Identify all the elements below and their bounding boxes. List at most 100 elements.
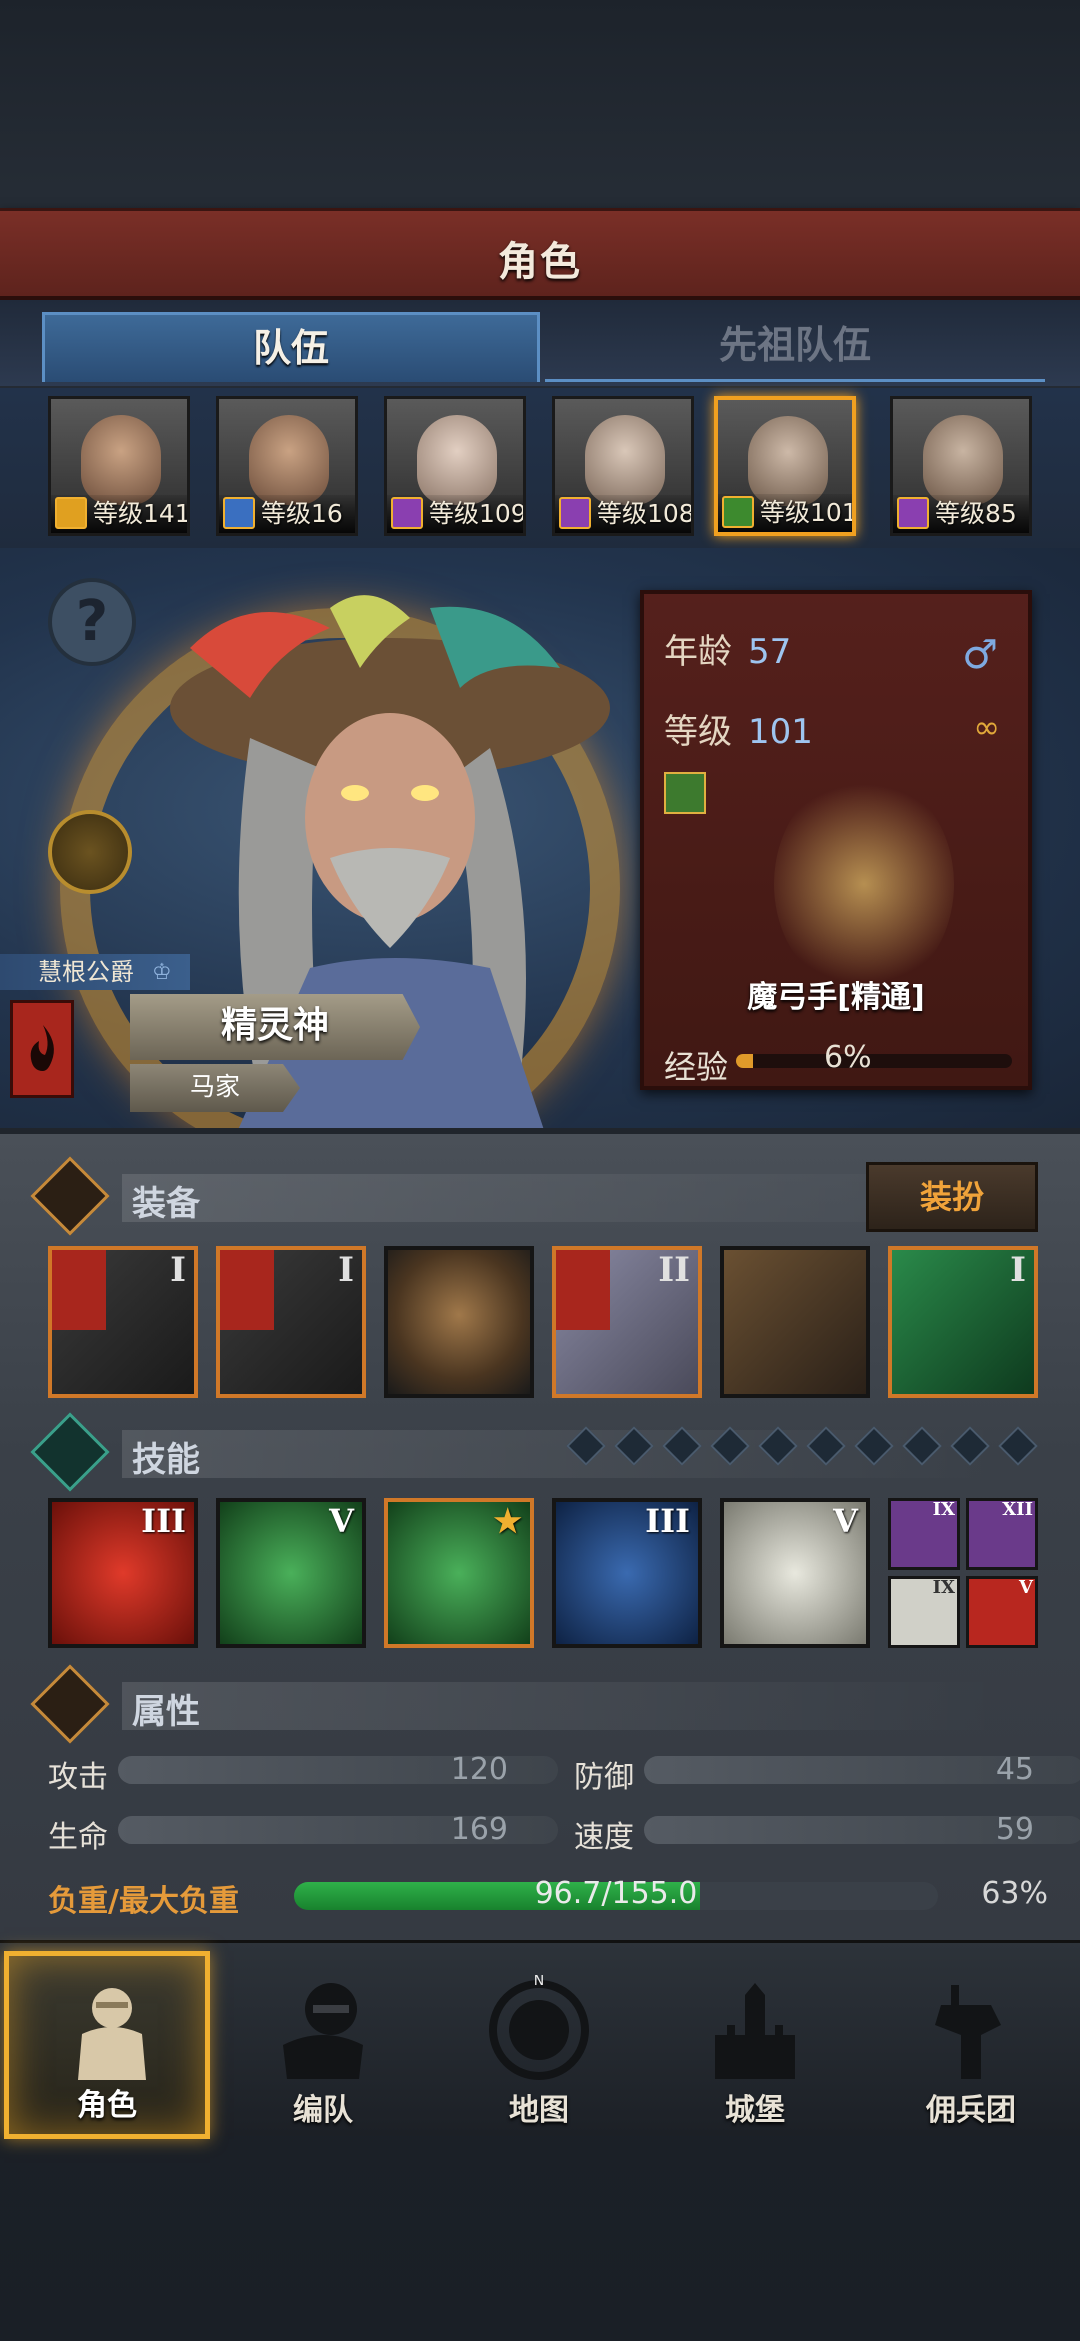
age-label: 年龄 — [664, 632, 732, 672]
crown-icon: ♔ — [152, 960, 172, 985]
tier-label: ★ — [493, 1502, 522, 1540]
party-member-4[interactable]: 等级108 — [552, 396, 694, 536]
passive-slot-4[interactable]: V — [966, 1576, 1038, 1648]
flame-icon — [30, 1025, 54, 1071]
passive-slot-2[interactable]: XII — [966, 1498, 1038, 1570]
exp-value: 6% — [824, 1040, 872, 1075]
party-member-5-selected[interactable]: 等级101 — [714, 396, 856, 536]
speed-value: 59 — [995, 1812, 1034, 1847]
skill-slot-1[interactable]: III — [48, 1498, 198, 1648]
tier-label: III — [645, 1502, 690, 1540]
tier-label: II — [658, 1250, 690, 1290]
equip-slot-armor[interactable]: II — [552, 1246, 702, 1398]
attack-value: 120 — [450, 1752, 508, 1787]
skill-slot-3[interactable]: ★ — [384, 1498, 534, 1648]
tier-label: I — [338, 1250, 354, 1290]
level-row: 等级 101 — [664, 704, 813, 753]
star-icon — [30, 1412, 110, 1492]
faction-tag — [52, 1250, 106, 1330]
dress-up-button[interactable]: 装扮 — [866, 1162, 1038, 1232]
faction-tag — [220, 1250, 274, 1330]
class-icon — [559, 497, 591, 529]
skill-slot-4[interactable]: III — [552, 1498, 702, 1648]
party-member-3[interactable]: 等级109 — [384, 396, 526, 536]
passive-slot-1[interactable]: IX — [888, 1498, 960, 1570]
stats-panel: 年龄 57 ♂ 等级 101 ∞ 魔弓手[精通] 经验 6% — [640, 590, 1032, 1090]
person-icon — [30, 1664, 110, 1744]
compass-map-icon: N — [489, 1975, 589, 2080]
nav-formation[interactable]: 编队 — [220, 1951, 426, 2139]
passive-slot-3[interactable]: IX — [888, 1576, 960, 1648]
defense-row: 防御 45 — [574, 1752, 1080, 1795]
equip-slot-weapon-2[interactable]: I — [216, 1246, 366, 1398]
skills-header: 技能 — [30, 1412, 1042, 1492]
load-row: 负重/最大负重 96.7/155.0 63% — [48, 1876, 1048, 1919]
house-name: 马家 — [130, 1064, 300, 1112]
attributes-header: 属性 — [30, 1664, 1042, 1744]
nav-mercenary[interactable]: 佣兵团 — [868, 1951, 1074, 2139]
party-portraits: 等级141 等级16 等级109 等级108 等级101 等级85 — [0, 388, 1080, 548]
equip-slot-weapon-1[interactable]: I — [48, 1246, 198, 1398]
bow-class-icon — [664, 772, 706, 814]
equip-slot-boots[interactable] — [720, 1246, 870, 1398]
equip-slot-helmet[interactable] — [384, 1246, 534, 1398]
sword-icon — [30, 1156, 110, 1236]
section-divider — [122, 1682, 1002, 1730]
portrait-avatar — [585, 415, 665, 505]
portrait-avatar — [923, 415, 1003, 505]
help-icon: ? — [75, 589, 109, 654]
tier-label: V — [833, 1502, 858, 1540]
attributes-label: 属性 — [132, 1692, 200, 1732]
class-icon — [223, 497, 255, 529]
attack-label: 攻击 — [48, 1760, 108, 1795]
nav-label: 城堡 — [725, 2093, 785, 2128]
nav-character[interactable]: 角色 — [4, 1951, 210, 2139]
app-root: 角色 队伍 先祖队伍 等级141 等级16 等级109 等级108 等级101 … — [0, 0, 1080, 2341]
defense-value: 45 — [995, 1752, 1034, 1787]
faction-banner[interactable] — [10, 1000, 74, 1098]
portrait-avatar — [748, 416, 828, 506]
class-icon — [55, 497, 87, 529]
level-value: 101 — [748, 712, 813, 752]
title-bar: 角色 — [0, 208, 1080, 300]
help-button[interactable]: ? — [48, 578, 136, 666]
castle-icon — [715, 1983, 795, 2079]
tab-team[interactable]: 队伍 — [42, 312, 540, 382]
load-label: 负重/最大负重 — [48, 1884, 239, 1919]
attack-row: 攻击 120 — [48, 1752, 558, 1795]
tier-label: IX — [932, 1499, 955, 1520]
exp-bar — [736, 1054, 1012, 1068]
exp-label: 经验 — [664, 1048, 729, 1086]
svg-text:N: N — [534, 1975, 544, 1989]
faction-tag — [556, 1250, 610, 1330]
class-icon — [391, 497, 423, 529]
hp-label: 生命 — [48, 1820, 108, 1855]
nav-label: 佣兵团 — [926, 2093, 1016, 2128]
portrait-avatar — [81, 415, 161, 505]
tier-label: XII — [1002, 1499, 1033, 1520]
tier-label: V — [1019, 1577, 1033, 1598]
portrait-avatar — [249, 415, 329, 505]
tier-label: V — [329, 1502, 354, 1540]
equip-slot-trinket[interactable]: I — [888, 1246, 1038, 1398]
hero-name[interactable]: 精灵神 — [130, 994, 420, 1060]
defense-label: 防御 — [574, 1760, 634, 1795]
nav-castle[interactable]: 城堡 — [652, 1951, 858, 2139]
tab-ancestors[interactable]: 先祖队伍 — [545, 312, 1045, 382]
rings-icon[interactable]: ∞ — [973, 708, 1000, 746]
equipment-label: 装备 — [132, 1184, 200, 1224]
party-member-6[interactable]: 等级85 — [890, 396, 1032, 536]
skill-slot-5[interactable]: V — [720, 1498, 870, 1648]
class-name[interactable]: 魔弓手[精通] — [644, 972, 1028, 1016]
party-member-2[interactable]: 等级16 — [216, 396, 358, 536]
skill-slot-2[interactable]: V — [216, 1498, 366, 1648]
party-member-1[interactable]: 等级141 — [48, 396, 190, 536]
male-symbol-icon: ♂ — [962, 632, 998, 678]
skills-label: 技能 — [132, 1440, 200, 1480]
class-icon — [722, 496, 754, 528]
potion-icon[interactable] — [48, 810, 132, 894]
nav-map[interactable]: N 地图 — [436, 1951, 642, 2139]
formation-icon — [283, 1983, 363, 2079]
tier-label: IX — [932, 1577, 955, 1598]
hp-row: 生命 169 — [48, 1812, 558, 1855]
